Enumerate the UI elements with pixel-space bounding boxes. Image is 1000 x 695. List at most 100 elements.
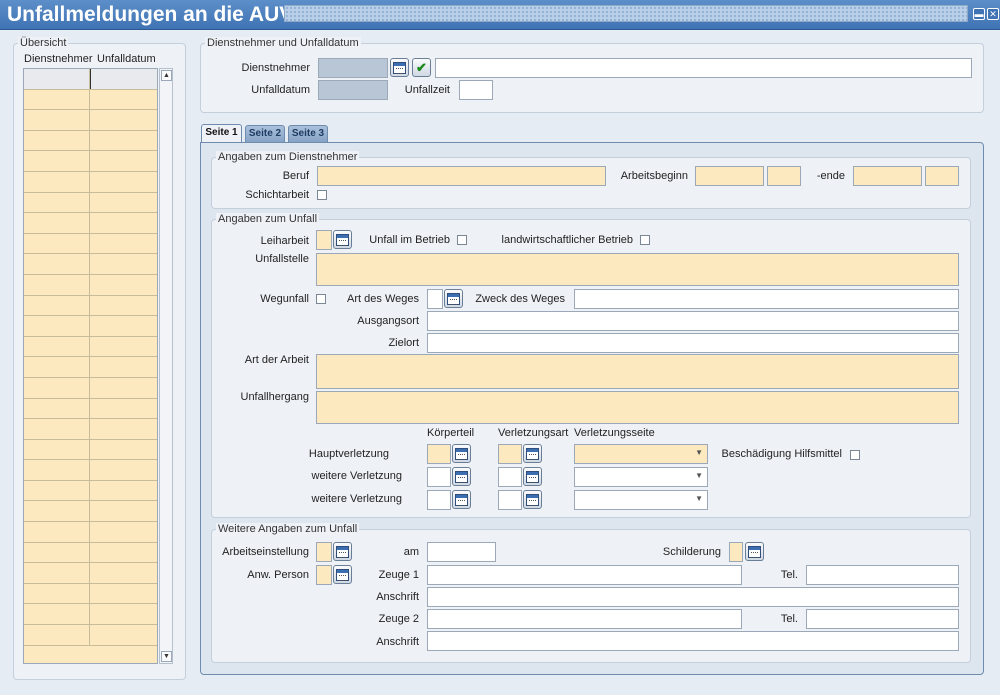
witness-2-phone-field[interactable]	[806, 609, 959, 629]
column-header-accident-date[interactable]: Unfalldatum	[97, 49, 156, 69]
aid-damage-checkbox[interactable]	[850, 450, 860, 460]
further-injury-1-side-select[interactable]: ▼	[574, 467, 708, 487]
origin-field[interactable]	[427, 311, 959, 331]
table-row[interactable]	[24, 130, 157, 152]
table-row[interactable]	[24, 439, 157, 461]
table-row[interactable]	[24, 357, 157, 378]
cell-accident-date[interactable]	[90, 543, 157, 563]
temp-work-lov-button[interactable]	[333, 230, 352, 249]
cell-employee[interactable]	[24, 501, 90, 522]
further-injury-2-side-select[interactable]: ▼	[574, 490, 708, 510]
accident-course-field[interactable]	[316, 391, 959, 424]
overview-table[interactable]	[23, 68, 158, 664]
in-company-checkbox[interactable]	[457, 235, 467, 245]
table-row[interactable]	[24, 171, 157, 193]
route-type-lov-button[interactable]	[444, 289, 463, 308]
table-row[interactable]	[24, 501, 157, 523]
cell-accident-date[interactable]	[90, 419, 157, 439]
table-row[interactable]	[24, 460, 157, 481]
cell-employee[interactable]	[24, 130, 90, 151]
work-start-date-field[interactable]	[695, 166, 764, 186]
cell-employee[interactable]	[24, 563, 90, 583]
profession-field[interactable]	[317, 166, 606, 186]
cell-accident-date[interactable]	[90, 254, 157, 274]
cell-employee[interactable]	[24, 233, 90, 254]
cell-employee[interactable]	[24, 192, 90, 213]
witness-1-address-field[interactable]	[427, 587, 959, 607]
employee-id-field[interactable]	[318, 58, 388, 78]
table-row[interactable]	[24, 213, 157, 234]
cell-accident-date[interactable]	[90, 399, 157, 419]
cell-employee[interactable]	[24, 89, 90, 110]
route-type-field[interactable]	[427, 289, 443, 309]
table-row[interactable]	[24, 295, 157, 317]
cell-accident-date[interactable]	[90, 275, 157, 295]
temp-work-field[interactable]	[316, 230, 332, 250]
cell-employee[interactable]	[24, 316, 90, 336]
table-row[interactable]	[24, 480, 157, 502]
cell-employee[interactable]	[24, 522, 90, 542]
cell-employee[interactable]	[24, 625, 90, 645]
shift-work-checkbox[interactable]	[317, 190, 327, 200]
location-field[interactable]	[316, 253, 959, 286]
cell-accident-date[interactable]	[90, 357, 157, 377]
cell-accident-date[interactable]	[90, 625, 157, 645]
table-row[interactable]	[24, 110, 157, 131]
tab-page-2[interactable]: Seite 2	[245, 125, 285, 142]
cell-accident-date[interactable]	[90, 110, 157, 130]
further-injury-2-type-lov[interactable]	[523, 490, 542, 509]
table-row[interactable]	[24, 151, 157, 172]
cell-accident-date[interactable]	[90, 151, 157, 171]
work-stop-date-field[interactable]	[427, 542, 496, 562]
table-row[interactable]	[24, 89, 157, 111]
cell-accident-date[interactable]	[90, 90, 157, 110]
table-row[interactable]	[24, 522, 157, 543]
main-injury-body-part-field[interactable]	[427, 444, 451, 464]
accident-date-field[interactable]	[318, 80, 388, 100]
further-injury-2-body-part-lov[interactable]	[452, 490, 471, 509]
cell-employee[interactable]	[24, 439, 90, 460]
commute-checkbox[interactable]	[316, 294, 326, 304]
scroll-up-icon[interactable]: ▲	[161, 70, 172, 81]
further-injury-1-body-part-field[interactable]	[427, 467, 451, 487]
cell-employee[interactable]	[24, 583, 90, 604]
main-injury-type-field[interactable]	[498, 444, 522, 464]
column-header-employee[interactable]: Dienstnehmer	[24, 49, 92, 69]
cell-employee[interactable]	[24, 295, 90, 316]
cell-accident-date[interactable]	[90, 378, 157, 398]
further-injury-2-body-part-field[interactable]	[427, 490, 451, 510]
cell-accident-date[interactable]	[90, 460, 157, 480]
cell-accident-date[interactable]	[90, 604, 157, 624]
cell-employee[interactable]	[24, 480, 90, 501]
cell-employee[interactable]	[24, 357, 90, 377]
cell-employee[interactable]	[24, 460, 90, 480]
cell-accident-date[interactable]	[90, 481, 157, 501]
cell-accident-date[interactable]	[90, 440, 157, 460]
work-type-field[interactable]	[316, 354, 959, 389]
table-row[interactable]	[24, 192, 157, 214]
table-row[interactable]	[24, 316, 157, 337]
table-row[interactable]	[24, 336, 157, 358]
cell-employee[interactable]	[24, 377, 90, 398]
route-purpose-field[interactable]	[574, 289, 959, 309]
scroll-down-icon[interactable]: ▼	[161, 651, 172, 662]
tab-page-3[interactable]: Seite 3	[288, 125, 328, 142]
minimize-button[interactable]: ▬	[973, 8, 985, 20]
table-row[interactable]	[24, 233, 157, 255]
agricultural-checkbox[interactable]	[640, 235, 650, 245]
witness-2-field[interactable]	[427, 609, 742, 629]
overview-scrollbar[interactable]: ▲ ▼	[159, 68, 173, 664]
cell-employee[interactable]	[24, 254, 90, 274]
cell-employee[interactable]	[24, 542, 90, 563]
employee-name-field[interactable]	[435, 58, 972, 78]
cell-accident-date[interactable]	[90, 296, 157, 316]
further-injury-2-type-field[interactable]	[498, 490, 522, 510]
table-row[interactable]	[24, 69, 157, 90]
cell-accident-date[interactable]	[90, 213, 157, 233]
cell-accident-date[interactable]	[90, 234, 157, 254]
cell-employee[interactable]	[24, 398, 90, 419]
further-injury-1-type-field[interactable]	[498, 467, 522, 487]
person-present-field[interactable]	[316, 565, 332, 585]
cell-employee[interactable]	[24, 110, 90, 130]
employee-confirm-button[interactable]: ✔	[412, 58, 431, 77]
